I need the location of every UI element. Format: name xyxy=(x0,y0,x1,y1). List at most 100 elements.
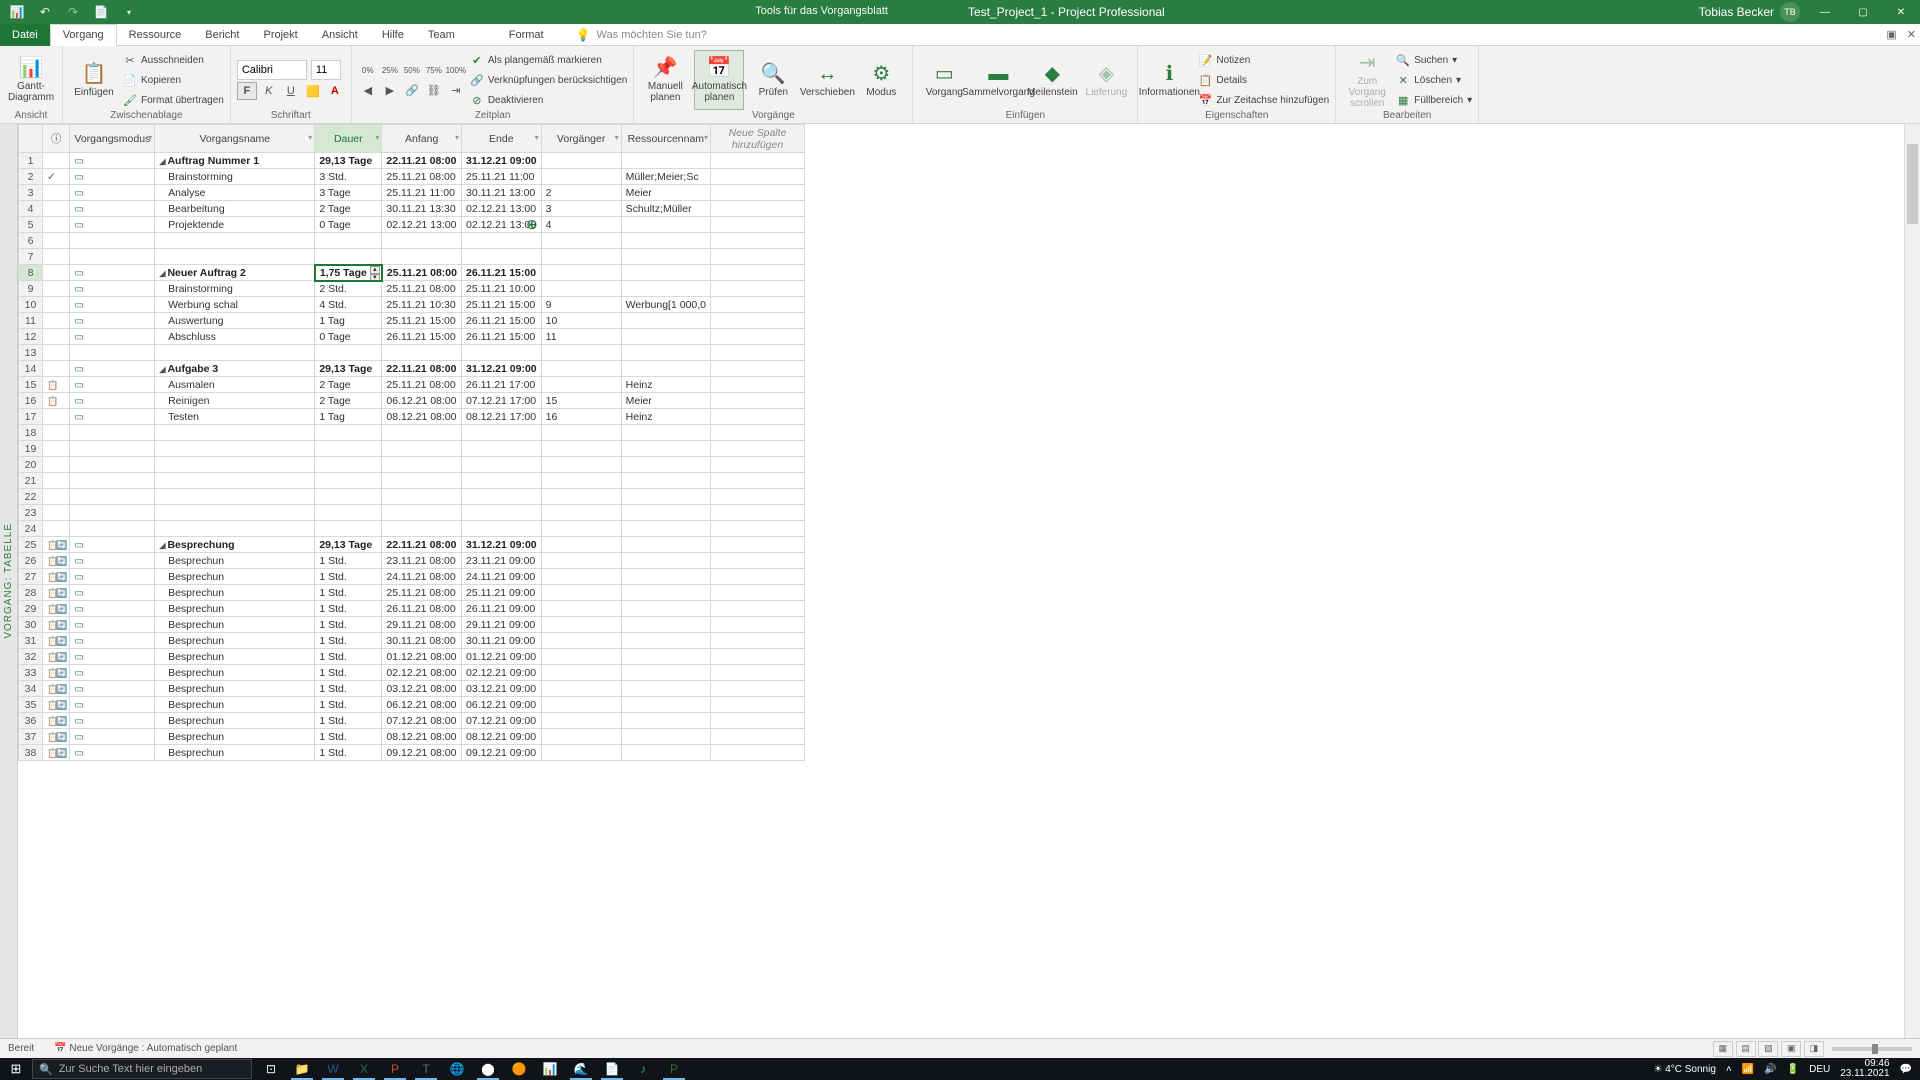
add-to-timeline-button[interactable]: 📅Zur Zeitachse hinzufügen xyxy=(1198,91,1329,109)
qat-dropdown[interactable]: ▾ xyxy=(116,1,142,23)
table-row[interactable]: 30 📋🔄 ▭ Besprechun 1 Std. 29.11.21 08:00… xyxy=(19,617,805,633)
word-icon[interactable]: W xyxy=(318,1058,348,1080)
tray-language[interactable]: DEU xyxy=(1809,1064,1830,1075)
table-row[interactable]: 35 📋🔄 ▭ Besprechun 1 Std. 06.12.21 08:00… xyxy=(19,697,805,713)
tab-file[interactable]: Datei xyxy=(0,24,50,46)
delete-button[interactable]: ✕Löschen ▾ xyxy=(1396,71,1472,89)
ribbon-display-button[interactable]: ▣ xyxy=(1886,28,1896,41)
status-schedule-mode[interactable]: 📅 Neue Vorgänge : Automatisch geplant xyxy=(54,1043,237,1054)
view-network[interactable]: ▧ xyxy=(1758,1041,1778,1057)
table-row[interactable]: 27 📋🔄 ▭ Besprechun 1 Std. 24.11.21 08:00… xyxy=(19,569,805,585)
italic-button[interactable]: K xyxy=(259,82,279,100)
pct25-button[interactable]: 25% xyxy=(380,61,400,79)
tray-chevron[interactable]: ˄ xyxy=(1726,1064,1732,1075)
table-row[interactable]: 28 📋🔄 ▭ Besprechun 1 Std. 25.11.21 08:00… xyxy=(19,585,805,601)
copy-button[interactable]: 📄Kopieren xyxy=(123,71,224,89)
app-icon[interactable]: 📊 xyxy=(4,1,30,23)
table-row[interactable]: 20 xyxy=(19,457,805,473)
font-size-select[interactable] xyxy=(311,60,341,80)
task-grid[interactable]: ⓘ Vorgangsmodus▾ Vorgangsname▾ Dauer▾ An… xyxy=(18,124,1920,1038)
table-row[interactable]: 9 ▭ Brainstorming 2 Std. 25.11.21 08:00 … xyxy=(19,281,805,297)
indent-button[interactable]: ▶ xyxy=(380,81,400,99)
font-family-select[interactable] xyxy=(237,60,307,80)
col-mode[interactable]: Vorgangsmodus▾ xyxy=(70,125,155,153)
chrome-icon[interactable]: 🌐 xyxy=(442,1058,472,1080)
split-button[interactable]: ⇥ xyxy=(446,81,466,99)
col-indicator[interactable]: ⓘ xyxy=(43,125,70,153)
maximize-button[interactable]: ▢ xyxy=(1844,0,1882,24)
format-painter-button[interactable]: 🖌Format übertragen xyxy=(123,91,224,109)
table-row[interactable]: 4 ▭ Bearbeitung 2 Tage 30.11.21 13:30 02… xyxy=(19,201,805,217)
move-button[interactable]: ↔Verschieben xyxy=(802,50,852,110)
paste-button[interactable]: 📋Einfügen xyxy=(69,50,119,110)
mode-button[interactable]: ⚙Modus xyxy=(856,50,906,110)
table-row[interactable]: 34 📋🔄 ▭ Besprechun 1 Std. 03.12.21 08:00… xyxy=(19,681,805,697)
col-predecessors[interactable]: Vorgänger▾ xyxy=(541,125,621,153)
tab-format[interactable]: Format xyxy=(497,24,556,46)
table-row[interactable]: 19 xyxy=(19,441,805,457)
col-start[interactable]: Anfang▾ xyxy=(382,125,462,153)
table-row[interactable]: 14 ▭ ◢Aufgabe 3 29,13 Tage 22.11.21 08:0… xyxy=(19,361,805,377)
col-duration[interactable]: Dauer▾ xyxy=(315,125,382,153)
tab-task[interactable]: Vorgang xyxy=(50,24,117,46)
table-row[interactable]: 29 📋🔄 ▭ Besprechun 1 Std. 26.11.21 08:00… xyxy=(19,601,805,617)
insert-milestone-button[interactable]: ◆Meilenstein xyxy=(1027,50,1077,110)
tray-notifications[interactable]: 💬 xyxy=(1900,1064,1912,1075)
inspect-button[interactable]: 🔍Prüfen xyxy=(748,50,798,110)
tray-clock[interactable]: 09:4623.11.2021 xyxy=(1840,1059,1889,1079)
tab-help[interactable]: Hilfe xyxy=(370,24,416,46)
tab-project[interactable]: Projekt xyxy=(252,24,310,46)
deactivate-button[interactable]: ⊘Deaktivieren xyxy=(470,91,628,109)
table-row[interactable]: 2 ✓ ▭ Brainstorming 3 Std. 25.11.21 08:0… xyxy=(19,169,805,185)
view-usage[interactable]: ▤ xyxy=(1736,1041,1756,1057)
table-row[interactable]: 23 xyxy=(19,505,805,521)
app-icon-2[interactable]: 📊 xyxy=(535,1058,565,1080)
table-row[interactable]: 22 xyxy=(19,489,805,505)
find-button[interactable]: 🔍Suchen ▾ xyxy=(1396,51,1472,69)
weather-widget[interactable]: ☀ 4°C Sonnig xyxy=(1653,1064,1715,1075)
table-row[interactable]: 5 ▭ Projektende 0 Tage 02.12.21 13:00 02… xyxy=(19,217,805,233)
zoom-slider[interactable] xyxy=(1832,1047,1912,1051)
table-row[interactable]: 1 ▭ ◢Auftrag Nummer 1 29,13 Tage 22.11.2… xyxy=(19,153,805,169)
pct75-button[interactable]: 75% xyxy=(424,61,444,79)
explorer-icon[interactable]: 📁 xyxy=(287,1058,317,1080)
close-button[interactable]: ✕ xyxy=(1882,0,1920,24)
table-row[interactable]: 24 xyxy=(19,521,805,537)
table-row[interactable]: 8 ▭ ◢Neuer Auftrag 2 1,75 Tage▲▼ 25.11.2… xyxy=(19,265,805,281)
table-row[interactable]: 6 xyxy=(19,233,805,249)
col-end[interactable]: Ende▾ xyxy=(461,125,541,153)
project-icon[interactable]: P xyxy=(659,1058,689,1080)
col-resources[interactable]: Ressourcennam▾ xyxy=(621,125,710,153)
user-avatar[interactable]: TB xyxy=(1780,2,1800,22)
pct100-button[interactable]: 100% xyxy=(446,61,466,79)
insert-task-button[interactable]: ▭Vorgang xyxy=(919,50,969,110)
teams-icon[interactable]: T xyxy=(411,1058,441,1080)
mark-on-track-button[interactable]: ✔Als plangemäß markieren xyxy=(470,51,628,69)
close-ribbon-button[interactable]: ✕ xyxy=(1907,28,1916,41)
tray-battery[interactable]: 🔋 xyxy=(1787,1064,1799,1075)
table-row[interactable]: 32 📋🔄 ▭ Besprechun 1 Std. 01.12.21 08:00… xyxy=(19,649,805,665)
edge-icon[interactable]: 🌊 xyxy=(566,1058,596,1080)
table-row[interactable]: 21 xyxy=(19,473,805,489)
table-row[interactable]: 38 📋🔄 ▭ Besprechun 1 Std. 09.12.21 08:00… xyxy=(19,745,805,761)
tray-wifi[interactable]: 📶 xyxy=(1742,1064,1754,1075)
notepad-icon[interactable]: 📄 xyxy=(597,1058,627,1080)
table-row[interactable]: 7 xyxy=(19,249,805,265)
table-row[interactable]: 25 📋🔄 ▭ ◢Besprechung 29,13 Tage 22.11.21… xyxy=(19,537,805,553)
pct0-button[interactable]: 0% xyxy=(358,61,378,79)
underline-button[interactable]: U xyxy=(281,82,301,100)
view-gantt[interactable]: ▦ xyxy=(1713,1041,1733,1057)
obs-icon[interactable]: ⬤ xyxy=(473,1058,503,1080)
table-row[interactable]: 10 ▭ Werbung schal 4 Std. 25.11.21 10:30… xyxy=(19,297,805,313)
information-button[interactable]: ℹInformationen xyxy=(1144,50,1194,110)
table-row[interactable]: 18 xyxy=(19,425,805,441)
taskview-icon[interactable]: ⊡ xyxy=(256,1058,286,1080)
tab-team[interactable]: Team xyxy=(416,24,467,46)
app-icon-1[interactable]: 🟠 xyxy=(504,1058,534,1080)
tab-view[interactable]: Ansicht xyxy=(310,24,370,46)
tray-volume[interactable]: 🔊 xyxy=(1764,1064,1776,1075)
tab-resource[interactable]: Ressource xyxy=(117,24,194,46)
powerpoint-icon[interactable]: P xyxy=(380,1058,410,1080)
notes-button[interactable]: 📝Notizen xyxy=(1198,51,1329,69)
table-row[interactable]: 12 ▭ Abschluss 0 Tage 26.11.21 15:00 26.… xyxy=(19,329,805,345)
